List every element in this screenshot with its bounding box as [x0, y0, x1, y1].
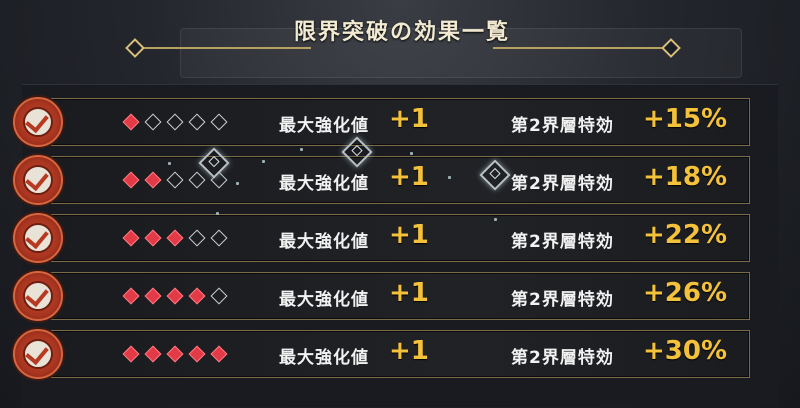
outline-diamond-icon: [166, 171, 184, 189]
check-mark: [23, 165, 53, 195]
check-seal-icon: [13, 213, 63, 263]
effect-row: 最大強化値 +1 第2界層特効 +30%: [13, 329, 750, 379]
max-enhance-label: 最大強化値: [279, 232, 369, 252]
red-diamond-icon: [166, 229, 184, 247]
check-icon: [25, 282, 49, 308]
red-diamond-icon: [122, 113, 140, 131]
outline-diamond-icon: [210, 113, 228, 131]
layer-bonus-label: 第2界層特効: [511, 348, 614, 368]
check-mark: [23, 107, 53, 137]
sparkle-dot: [448, 176, 451, 179]
sparkle-dot: [216, 212, 219, 215]
title-line-left: [136, 47, 311, 49]
rank-diamonds: [122, 229, 228, 247]
max-enhance-value: +1: [389, 220, 429, 250]
sparkle-dot: [236, 182, 239, 185]
check-mark: [23, 339, 53, 369]
red-diamond-icon: [166, 345, 184, 363]
rank-diamonds: [122, 113, 228, 131]
red-diamond-icon: [122, 287, 140, 305]
max-enhance-label: 最大強化値: [279, 116, 369, 136]
effect-row: 最大強化値 +1 第2界層特効 +18%: [13, 155, 750, 205]
red-diamond-icon: [188, 287, 206, 305]
check-icon: [25, 340, 49, 366]
max-enhance-value: +1: [389, 278, 429, 308]
sparkle-dot: [494, 218, 497, 221]
layer-bonus-value: +15%: [643, 104, 728, 134]
title-line-right: [493, 47, 668, 49]
effect-row: 最大強化値 +1 第2界層特効 +15%: [13, 97, 750, 147]
outline-diamond-icon: [188, 229, 206, 247]
effect-row: 最大強化値 +1 第2界層特効 +22%: [13, 213, 750, 263]
check-mark: [23, 281, 53, 311]
check-mark: [23, 223, 53, 253]
layer-bonus-label: 第2界層特効: [511, 116, 614, 136]
sparkle-dot: [300, 148, 303, 151]
check-seal-icon: [13, 329, 63, 379]
red-diamond-icon: [144, 229, 162, 247]
page-title: 限界突破の効果一覧: [293, 20, 510, 45]
outline-diamond-icon: [210, 229, 228, 247]
effect-row: 最大強化値 +1 第2界層特効 +26%: [13, 271, 750, 321]
outline-diamond-icon: [188, 171, 206, 189]
red-diamond-icon: [210, 345, 228, 363]
title-banner: 限界突破の効果一覧: [125, 8, 681, 58]
red-diamond-icon: [166, 287, 184, 305]
max-enhance-label: 最大強化値: [279, 348, 369, 368]
layer-bonus-value: +18%: [643, 162, 728, 192]
check-icon: [25, 224, 49, 250]
check-icon: [25, 108, 49, 134]
max-enhance-value: +1: [389, 162, 429, 192]
layer-bonus-label: 第2界層特効: [511, 174, 614, 194]
check-icon: [25, 166, 49, 192]
outline-diamond-icon: [188, 113, 206, 131]
red-diamond-icon: [144, 171, 162, 189]
layer-bonus-value: +22%: [643, 220, 728, 250]
check-seal-icon: [13, 155, 63, 205]
layer-bonus-label: 第2界層特効: [511, 290, 614, 310]
red-diamond-icon: [188, 345, 206, 363]
sparkle-dot: [410, 152, 413, 155]
outline-diamond-icon: [144, 113, 162, 131]
sparkle-dot: [262, 160, 265, 163]
red-diamond-icon: [144, 287, 162, 305]
layer-bonus-value: +26%: [643, 278, 728, 308]
layer-bonus-label: 第2界層特効: [511, 232, 614, 252]
max-enhance-value: +1: [389, 104, 429, 134]
layer-bonus-value: +30%: [643, 336, 728, 366]
max-enhance-label: 最大強化値: [279, 174, 369, 194]
sparkle-dot: [168, 162, 171, 165]
outline-diamond-icon: [166, 113, 184, 131]
red-diamond-icon: [122, 229, 140, 247]
check-seal-icon: [13, 97, 63, 147]
outline-diamond-icon: [210, 287, 228, 305]
max-enhance-label: 最大強化値: [279, 290, 369, 310]
rank-diamonds: [122, 345, 228, 363]
rank-diamonds: [122, 287, 228, 305]
red-diamond-icon: [144, 345, 162, 363]
red-diamond-icon: [122, 171, 140, 189]
check-seal-icon: [13, 271, 63, 321]
red-diamond-icon: [122, 345, 140, 363]
max-enhance-value: +1: [389, 336, 429, 366]
